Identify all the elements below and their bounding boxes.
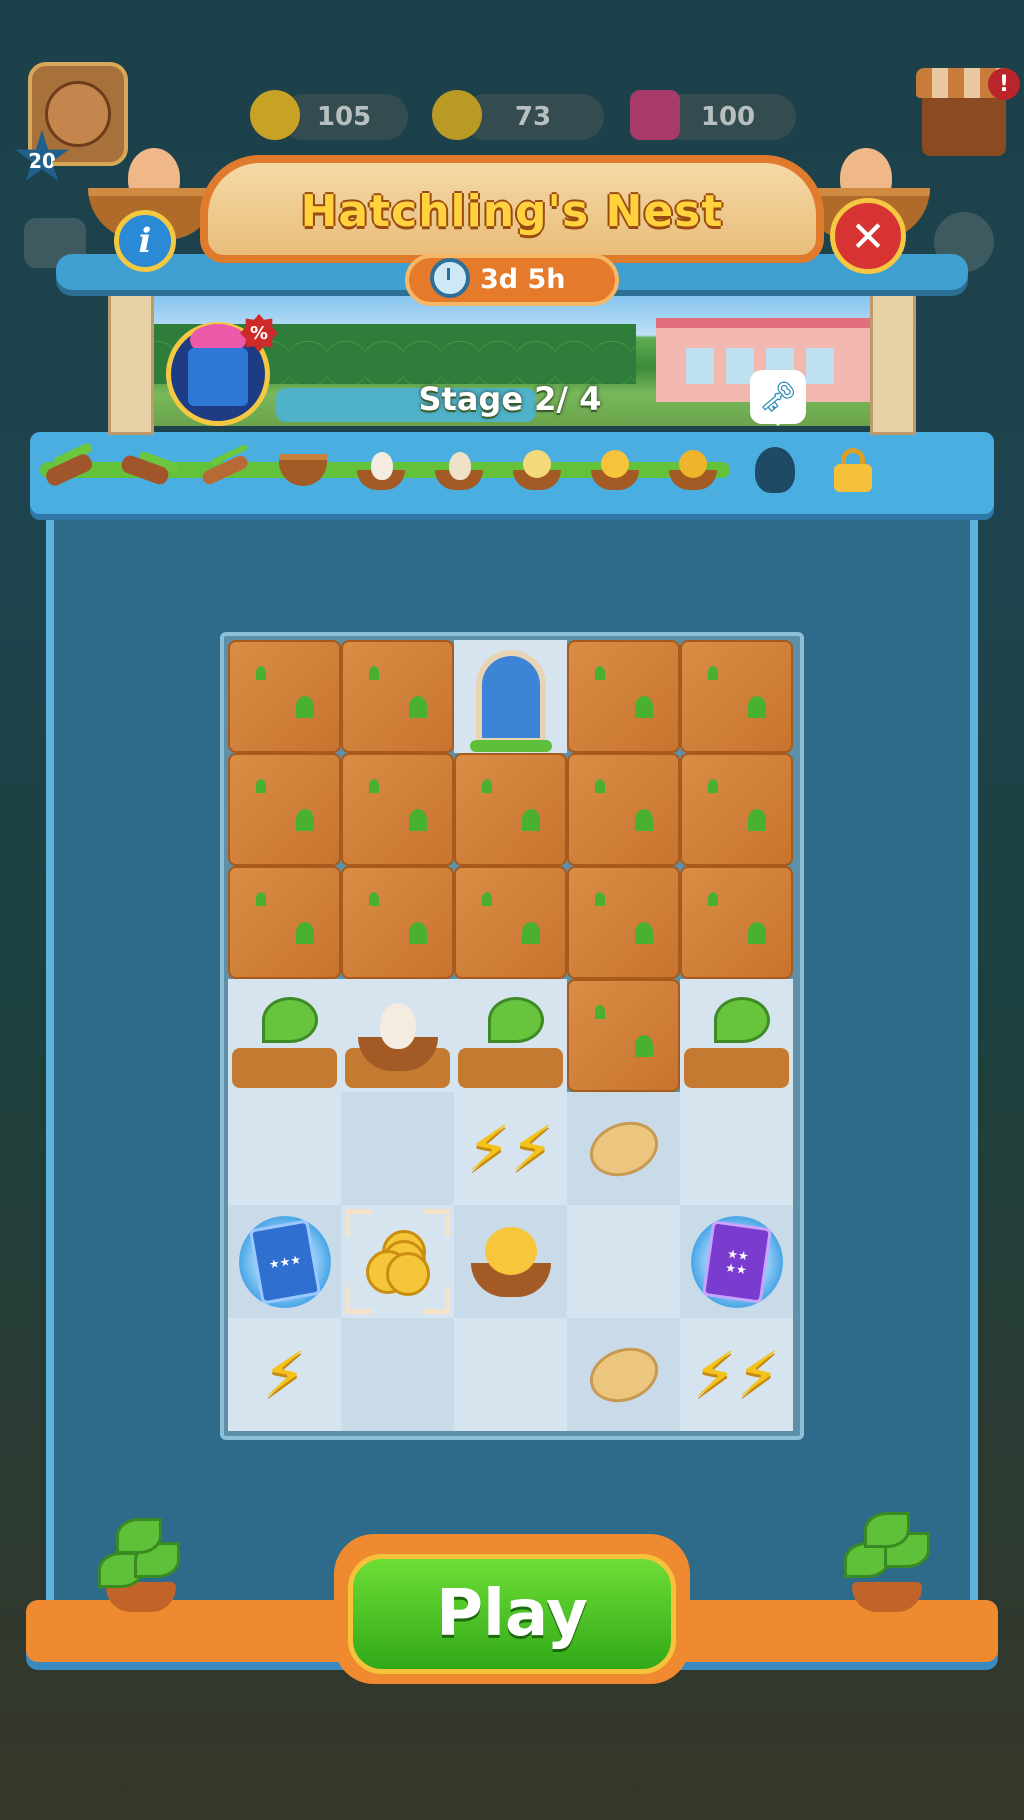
key-icon: 🗝	[750, 370, 806, 426]
stage-branch-icon-1	[38, 440, 100, 500]
board-cell-dirt[interactable]	[228, 866, 341, 979]
double-lightning-icon: ⚡⚡	[466, 1111, 555, 1185]
board-cell-stump[interactable]	[228, 979, 341, 1092]
stump-icon	[232, 1048, 337, 1088]
board-cell-dirt[interactable]	[341, 640, 454, 753]
right-plant-decoration	[840, 1512, 930, 1612]
stage-chick-silhouette-icon	[744, 440, 806, 500]
event-timer-text: 3d 5h	[480, 264, 566, 295]
board-cell-double-bolt[interactable]: ⚡⚡	[454, 1092, 567, 1205]
board-cell-dirt[interactable]	[228, 753, 341, 866]
stage-chick-icon	[584, 440, 646, 500]
lightning-icon: ⚡	[262, 1337, 307, 1411]
board-cell-empty[interactable]	[341, 1318, 454, 1431]
board-cell-stump[interactable]	[680, 979, 793, 1092]
board-cell-empty[interactable]	[341, 1092, 454, 1205]
energy-icon	[250, 90, 300, 140]
board-cell-blue-card-pack[interactable]: ★★★	[228, 1205, 341, 1318]
coin-stack-icon	[365, 1229, 430, 1296]
energy-value: 105	[316, 102, 372, 132]
board-cell-stump[interactable]	[454, 979, 567, 1092]
leaf-icon	[262, 997, 318, 1043]
stage-nest-icon	[272, 440, 334, 500]
board-cell-dirt[interactable]	[680, 866, 793, 979]
right-pillar	[870, 285, 916, 435]
gem-counter: 100	[660, 94, 796, 140]
nest-egg-icon	[357, 1001, 438, 1071]
stage-nest-egg-icon	[350, 440, 412, 500]
sale-shop-bag-button[interactable]: %	[166, 312, 278, 426]
board-cell-dirt[interactable]	[567, 866, 680, 979]
board-cell-double-bolt[interactable]: ⚡⚡	[680, 1318, 793, 1431]
double-lightning-icon: ⚡⚡	[692, 1337, 781, 1411]
board-cell-purple-card-pack[interactable]: ★★ ★★	[680, 1205, 793, 1318]
avatar-face	[45, 81, 111, 147]
stopwatch-icon	[430, 258, 470, 298]
board-cell-seed[interactable]	[567, 1318, 680, 1431]
board-cell-empty[interactable]	[567, 1205, 680, 1318]
gem-value: 100	[700, 102, 756, 132]
stage-grown-chick-icon	[662, 440, 724, 500]
left-plant-decoration	[94, 1512, 184, 1612]
purple-card-pack-icon: ★★ ★★	[690, 1215, 783, 1308]
left-pillar	[108, 285, 154, 435]
board-cell-dirt[interactable]	[680, 753, 793, 866]
stump-icon	[684, 1048, 789, 1088]
board-cell-bolt[interactable]: ⚡	[228, 1318, 341, 1431]
gem-icon	[630, 90, 680, 140]
stage-hatching-chick-icon	[506, 440, 568, 500]
board-cell-chick-nest[interactable]	[454, 1205, 567, 1318]
board-cell-dirt[interactable]	[341, 866, 454, 979]
board-cell-empty[interactable]	[680, 1092, 793, 1205]
board-cell-seed[interactable]	[567, 1092, 680, 1205]
selection-corner	[345, 1209, 372, 1236]
board-cell-coins[interactable]	[341, 1205, 454, 1318]
board-cell-dirt[interactable]	[454, 753, 567, 866]
board-cell-dirt[interactable]	[567, 753, 680, 866]
coin-value: 73	[514, 102, 552, 132]
blue-card-pack-icon: ★★★	[238, 1215, 331, 1308]
coin-counter: 73	[462, 94, 604, 140]
chick-nest-icon	[470, 1226, 551, 1297]
door-icon	[469, 649, 552, 752]
event-title: Hatchling's Nest	[300, 186, 724, 237]
play-button[interactable]: Play	[348, 1554, 676, 1674]
seed-icon	[581, 1112, 666, 1185]
board-cell-dirt[interactable]	[567, 979, 680, 1092]
board-cell-dirt[interactable]	[567, 640, 680, 753]
leaf-icon	[488, 997, 544, 1043]
board-cell-door[interactable]	[454, 640, 567, 753]
info-button[interactable]: i	[114, 210, 176, 272]
stage-twig-icon	[194, 440, 256, 500]
stage-branch-icon-2	[114, 440, 176, 500]
stage-progress-label: Stage 2/ 4	[418, 380, 602, 418]
close-button[interactable]: ✕	[830, 198, 906, 274]
board-cell-dirt[interactable]	[341, 753, 454, 866]
selection-corner	[423, 1287, 450, 1314]
stage-cracked-egg-icon	[428, 440, 490, 500]
leaf-icon	[714, 997, 770, 1043]
shop-alert-badge: !	[988, 68, 1020, 100]
board-cell-dirt[interactable]	[228, 640, 341, 753]
board-cell-empty[interactable]	[454, 1318, 567, 1431]
board-cell-empty[interactable]	[228, 1092, 341, 1205]
stump-icon	[458, 1048, 563, 1088]
board-cell-dirt[interactable]	[454, 866, 567, 979]
seed-icon	[581, 1338, 666, 1411]
board-cell-nest-egg[interactable]	[341, 979, 454, 1092]
game-board: ⚡⚡ ★★★ ★★ ★★ ⚡ ⚡⚡	[220, 632, 804, 1440]
selection-corner	[423, 1209, 450, 1236]
coin-icon	[432, 90, 482, 140]
shopping-bag-icon	[188, 348, 248, 406]
board-cell-dirt[interactable]	[680, 640, 793, 753]
selection-corner	[345, 1287, 372, 1314]
lock-icon	[822, 440, 884, 500]
